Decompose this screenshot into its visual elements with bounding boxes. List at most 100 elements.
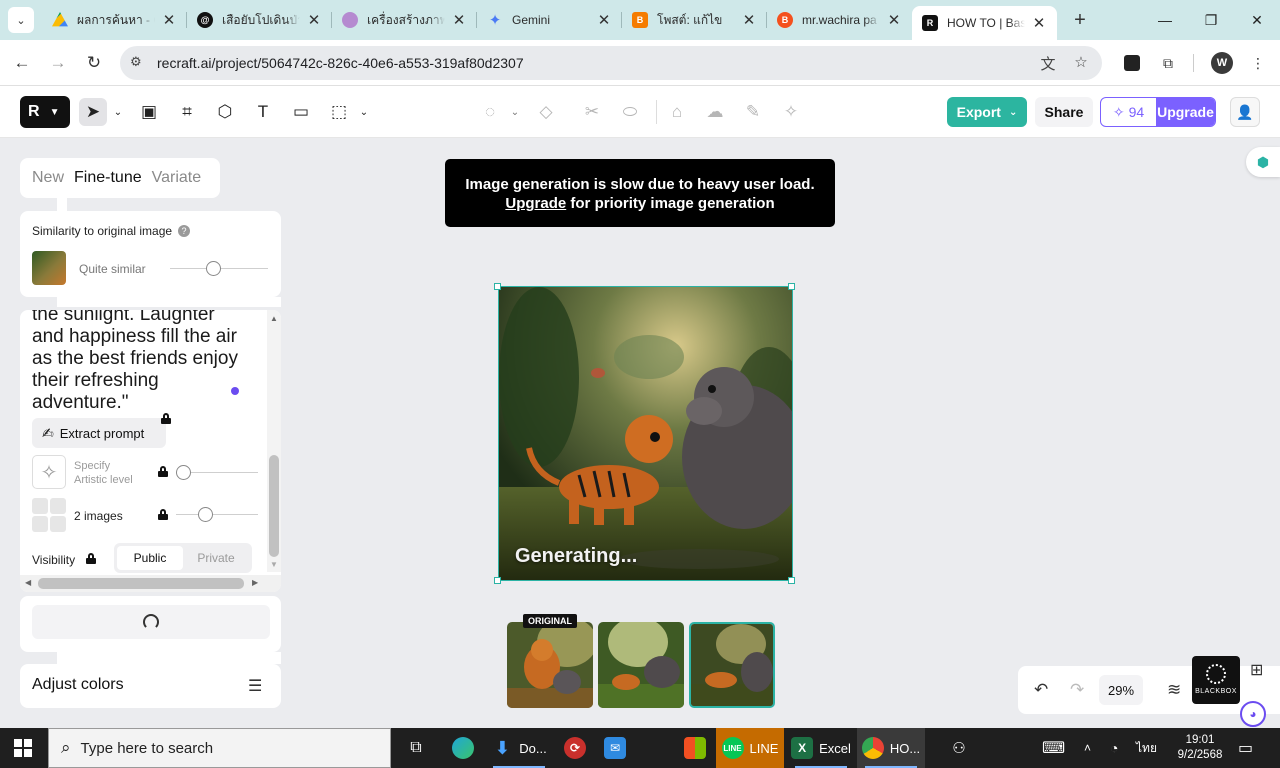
mail-app[interactable]: ✉ [600,728,630,768]
mockup-tool[interactable]: ⬡ [211,98,239,126]
remove-bg-tool[interactable]: ⬭ [616,98,644,126]
banner-upgrade-link[interactable]: Upgrade [505,195,566,212]
upload-tool-dropdown[interactable]: ⌄ [357,98,371,126]
thumbnail-selected[interactable] [689,622,775,708]
browser-tab[interactable]: B โพสต์: แก้ไข ✕ [622,0,767,40]
image-count-slider-track[interactable] [176,514,258,515]
resize-handle[interactable] [788,283,795,290]
scroll-up-icon[interactable]: ▲ [270,314,278,323]
scroll-down-icon[interactable]: ▼ [270,560,278,569]
task-view-button[interactable]: ⧉ [401,728,431,768]
taskbar-app-line[interactable]: LINE LINE [716,728,784,768]
extract-prompt-button[interactable]: ✍ Extract prompt [32,418,166,448]
credits-counter[interactable]: ✧ 94 [1101,98,1156,126]
text-tool[interactable]: T [249,98,277,126]
minimize-button[interactable]: — [1142,0,1188,40]
adjust-colors-card[interactable]: Adjust colors ☰ [20,664,281,708]
tab-variate[interactable]: Variate [152,169,202,187]
visibility-private-option[interactable]: Private [183,546,249,570]
undo-icon[interactable]: ↶ [1034,680,1048,700]
help-icon[interactable]: ? [178,225,190,237]
wifi-icon[interactable]: ◔ [1110,728,1118,768]
store-app[interactable] [678,728,712,768]
extension-icon[interactable] [1121,52,1143,74]
profile-avatar[interactable]: W [1211,52,1233,74]
tab-search-button[interactable]: ⌄ [8,7,34,33]
recraft-logo-menu[interactable]: R ▼ [20,96,70,128]
visibility-public-option[interactable]: Public [117,546,183,570]
close-tab-icon[interactable]: ✕ [741,11,757,29]
share-button[interactable]: Share [1035,97,1093,127]
tshirt-tool[interactable]: ⌂ [663,98,691,126]
upscale-tool[interactable]: ☁ [701,98,729,126]
browser-tab[interactable]: @ เสือยับโปเดินป่า ✕ [187,0,332,40]
taskbar-app-chrome[interactable]: HO... [857,728,925,768]
translate-icon[interactable]: 文 [1038,53,1058,73]
upload-tool[interactable]: ⬚ [325,98,353,126]
resize-handle[interactable] [494,283,501,290]
taskbar-app-downloads[interactable]: ⬇ Do... [485,728,553,768]
back-button[interactable]: ← [10,51,34,75]
cut-tool[interactable]: ✂ [578,98,606,126]
edge-app[interactable] [446,728,480,768]
generate-button[interactable] [32,605,270,639]
resize-handle[interactable] [494,577,501,584]
upgrade-button[interactable]: Upgrade [1156,98,1215,126]
close-tab-icon[interactable]: ✕ [886,11,902,29]
browser-menu-icon[interactable]: ⋮ [1247,52,1269,74]
scroll-right-icon[interactable]: ▶ [252,578,258,587]
similarity-slider-knob[interactable] [206,261,221,276]
export-button[interactable]: Export ⌄ [947,97,1027,127]
blackbox-extension-button[interactable]: BLACKBOX [1192,656,1240,704]
url-text[interactable]: recraft.ai/project/5064742c-826c-40e6-a5… [157,55,524,71]
bookmark-star-icon[interactable]: ☆ [1071,53,1091,73]
taskbar-search[interactable]: ⌕ Type here to search [48,728,391,768]
close-tab-icon[interactable]: ✕ [1031,14,1047,32]
grid-icon[interactable]: ⊞ [1250,660,1263,680]
eraser-tool[interactable]: ◇ [532,98,560,126]
close-tab-icon[interactable]: ✕ [161,11,177,29]
layers-icon[interactable]: ≋ [1167,680,1181,700]
thumbnail-original[interactable] [507,622,593,708]
language-indicator[interactable]: ไทย [1136,728,1157,768]
artistic-slider-knob[interactable] [176,465,191,480]
image-tool[interactable]: ▣ [135,98,163,126]
browser-tab[interactable]: เครื่องสร้างภาพ A ✕ [332,0,477,40]
horizontal-scrollbar[interactable]: ◀ ▶ [20,575,281,592]
notification-icon[interactable]: ▭ [1238,728,1253,768]
restore-button[interactable]: ❐ [1188,0,1234,40]
start-button[interactable] [14,739,32,757]
scrollbar-thumb[interactable] [269,455,279,557]
tab-new[interactable]: New [32,169,64,187]
people-button[interactable]: ⚇ [944,728,974,768]
user-account-button[interactable]: 👤 [1230,97,1260,127]
select-tool-dropdown[interactable]: ⌄ [111,98,125,126]
new-tab-button[interactable]: + [1065,0,1095,40]
select-tool[interactable]: ➤ [79,98,107,126]
browser-tab-active[interactable]: R HOW TO | Bas ✕ [912,6,1057,40]
forward-button[interactable]: → [46,51,70,75]
close-tab-icon[interactable]: ✕ [451,11,467,29]
vectorize-tool[interactable]: ✎ [739,98,767,126]
side-widget-button[interactable]: ⬢ [1246,147,1280,177]
prompt-text[interactable]: the sunlight. Laughter and happiness fil… [32,310,257,414]
zoom-level[interactable]: 29% [1099,675,1143,705]
image-count-slider-knob[interactable] [198,507,213,522]
omnibox[interactable]: ⚙ recraft.ai/project/5064742c-826c-40e6-… [120,46,1102,80]
vertical-scrollbar[interactable]: ▲ ▼ [267,310,281,572]
keyboard-icon[interactable]: ⌨ [1042,728,1065,768]
taskbar-app[interactable]: ⟳ [560,728,590,768]
creative-upscale-tool[interactable]: ✧ [777,98,805,126]
tray-chevron-icon[interactable]: ˄ [1084,728,1091,768]
browser-tab[interactable]: B mr.wachira pa ✕ [767,0,912,40]
taskbar-app-excel[interactable]: X Excel [787,728,855,768]
close-window-button[interactable]: ✕ [1234,0,1280,40]
scrollbar-thumb[interactable] [38,578,244,589]
scroll-left-icon[interactable]: ◀ [25,578,31,587]
frame-tool[interactable]: ⌗ [173,98,201,126]
extensions-puzzle-icon[interactable]: ⧉ [1157,52,1179,74]
assistant-bot-icon[interactable]: ◕ [1240,701,1266,727]
browser-tab[interactable]: ✦ Gemini ✕ [477,0,622,40]
reload-button[interactable]: ↻ [82,51,106,75]
tab-fine-tune[interactable]: Fine-tune [74,169,142,187]
